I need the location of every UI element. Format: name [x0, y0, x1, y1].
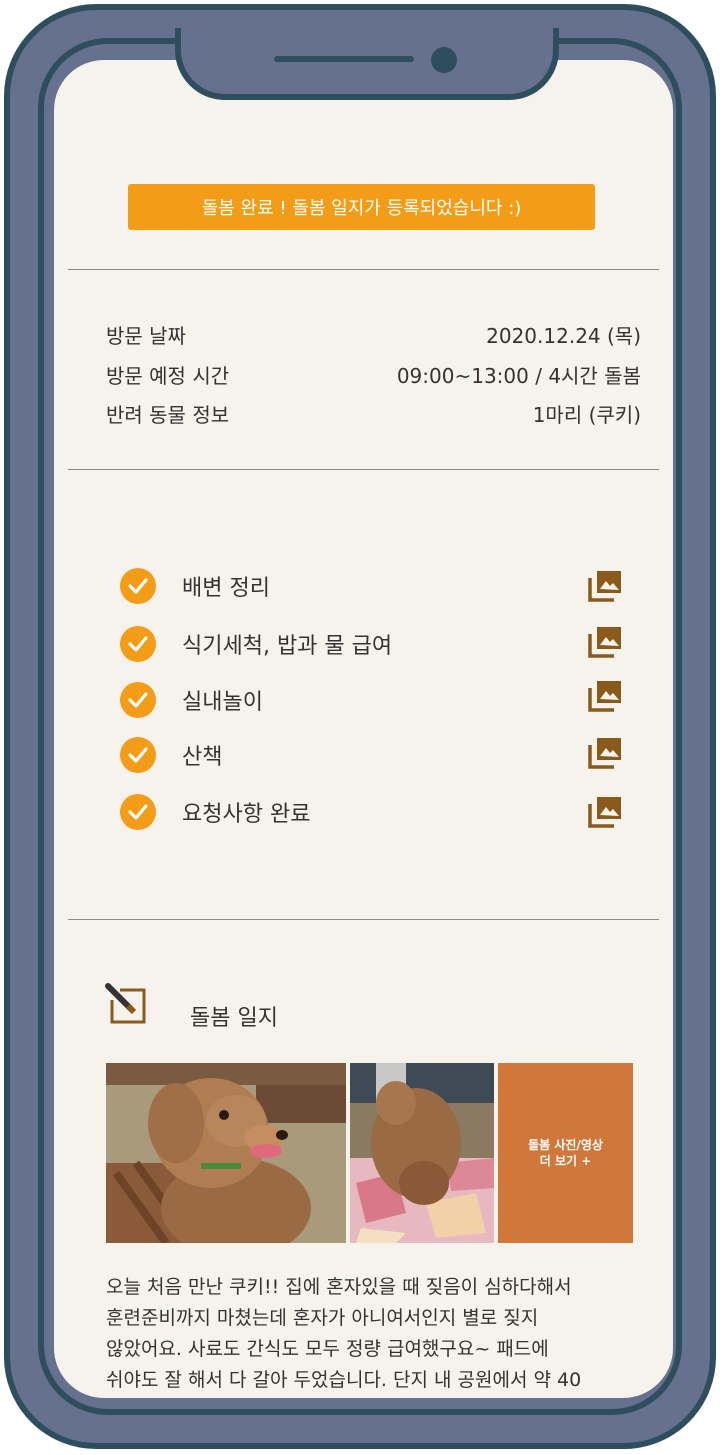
completion-banner: 돌봄 완료 ! 돌봄 일지가 등록되었습니다 :) [128, 184, 595, 230]
task-label: 요청사항 완료 [182, 802, 311, 827]
task-item: 산책 [120, 735, 620, 775]
check-icon [120, 737, 156, 773]
check-icon [120, 794, 156, 830]
info-label: 방문 날짜 [106, 324, 186, 348]
speaker [274, 56, 414, 62]
banner-text: 돌봄 완료 ! 돌봄 일지가 등록되었습니다 :) [201, 198, 522, 219]
divider [68, 469, 659, 470]
edit-note-icon [105, 983, 146, 1024]
diary-text: 오늘 처음 만난 쿠키!! 집에 혼자있을 때 짖음이 심하다해서 훈련준비까지… [106, 1276, 582, 1391]
more-photos-button[interactable]: 돌봄 사진/영상 더 보기 + [498, 1063, 633, 1243]
task-label: 식기세척, 밥과 물 급여 [182, 634, 393, 659]
info-value: 1마리 (쿠키) [532, 403, 641, 427]
check-icon [120, 682, 156, 718]
visit-time-row: 방문 예정 시간 09:00~13:00 / 4시간 돌봄 [106, 360, 641, 389]
diary-photos[interactable] [106, 1063, 496, 1243]
check-icon [120, 626, 156, 662]
task-label: 산책 [182, 745, 223, 770]
photo-gallery-icon[interactable] [588, 737, 622, 769]
info-value: 2020.12.24 (목) [486, 324, 641, 348]
diary-title: 돌봄 일지 [190, 1006, 278, 1031]
info-label: 반려 동물 정보 [106, 403, 230, 427]
task-item: 실내놀이 [120, 680, 620, 720]
divider [68, 919, 659, 920]
dog-photo-1 [106, 1063, 346, 1243]
pet-info-row: 반려 동물 정보 1마리 (쿠키) [106, 399, 641, 428]
photo-gallery-icon[interactable] [588, 680, 622, 712]
dog-photo-2 [350, 1063, 494, 1243]
photo-gallery-icon[interactable] [588, 796, 622, 828]
phone-notch [175, 28, 559, 100]
task-item: 식기세척, 밥과 물 급여 [120, 624, 620, 664]
divider [68, 269, 659, 270]
task-item: 배변 정리 [120, 566, 620, 606]
task-label: 실내놀이 [182, 690, 263, 715]
front-camera [431, 47, 457, 73]
more-label-1: 돌봄 사진/영상 [528, 1137, 603, 1152]
check-icon [120, 568, 156, 604]
info-value: 09:00~13:00 / 4시간 돌봄 [396, 364, 641, 388]
visit-date-row: 방문 날짜 2020.12.24 (목) [106, 320, 641, 349]
info-label: 방문 예정 시간 [106, 364, 230, 388]
more-label-2: 더 보기 + [539, 1154, 592, 1168]
task-label: 배변 정리 [182, 576, 270, 601]
photo-gallery-icon[interactable] [588, 626, 622, 658]
photo-gallery-icon[interactable] [588, 570, 622, 602]
task-item: 요청사항 완료 [120, 792, 620, 832]
app-screen: 돌봄 완료 ! 돌봄 일지가 등록되었습니다 :) 방문 날짜 2020.12.… [54, 60, 673, 1398]
